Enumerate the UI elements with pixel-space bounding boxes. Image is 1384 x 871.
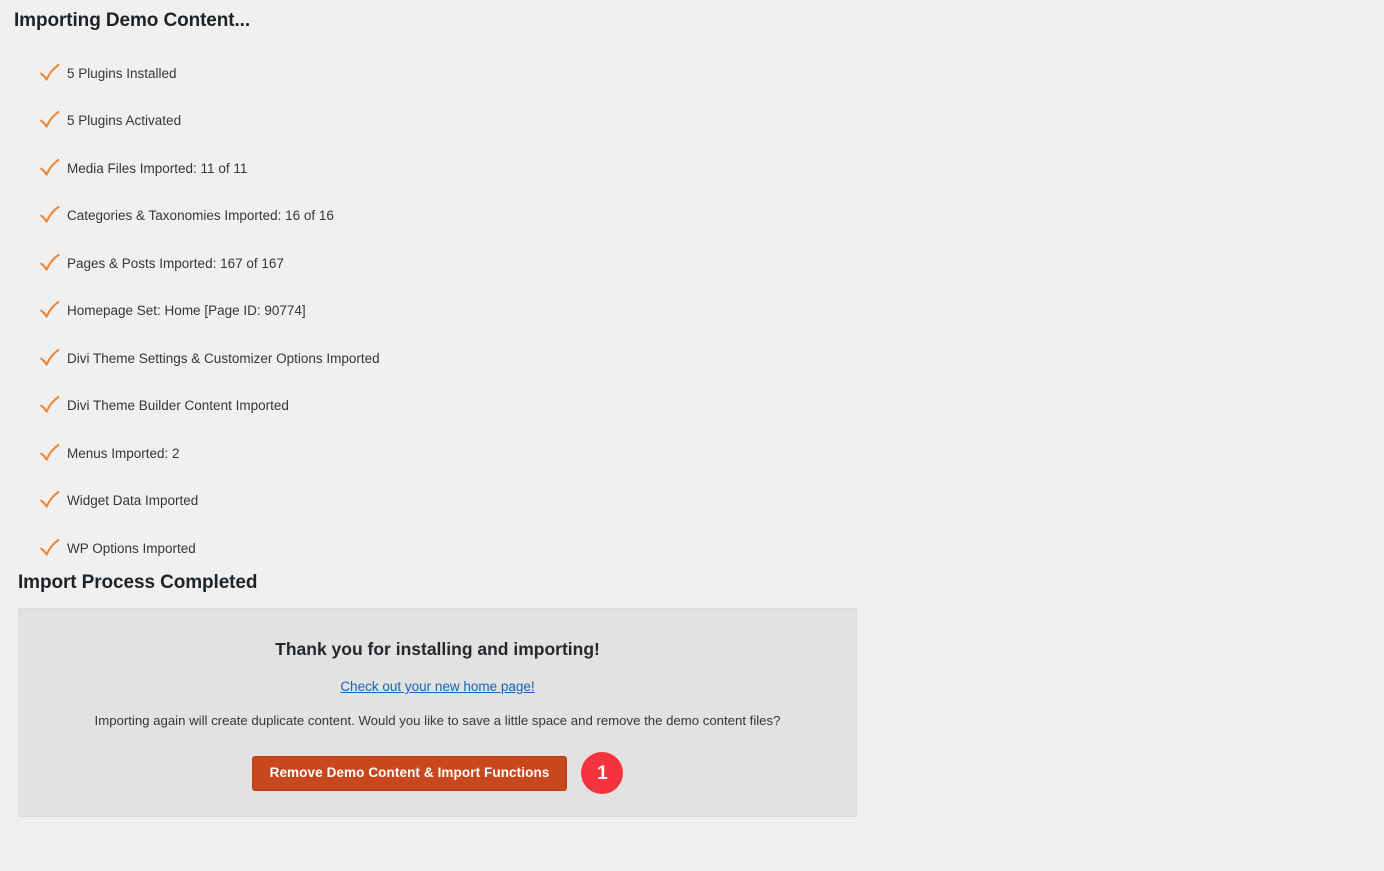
orange-check-icon bbox=[38, 442, 62, 466]
import-progress-item: Widget Data Imported bbox=[0, 478, 860, 526]
import-progress-item: Homepage Set: Home [Page ID: 90774] bbox=[0, 288, 860, 336]
import-progress-item-label: WP Options Imported bbox=[67, 540, 196, 556]
import-progress-item: Media Files Imported: 11 of 11 bbox=[0, 145, 860, 193]
page-title: Importing Demo Content... bbox=[14, 10, 251, 31]
orange-check-icon bbox=[38, 157, 62, 181]
import-progress-item: Divi Theme Builder Content Imported bbox=[0, 383, 860, 431]
import-completed-title: Import Process Completed bbox=[18, 572, 258, 593]
import-progress-item-label: Menus Imported: 2 bbox=[67, 445, 180, 461]
orange-check-icon bbox=[38, 537, 62, 561]
orange-check-icon bbox=[38, 109, 62, 133]
import-progress-item-label: Media Files Imported: 11 of 11 bbox=[67, 160, 248, 176]
home-page-link-row: Check out your new home page! bbox=[19, 678, 856, 696]
orange-check-icon bbox=[38, 394, 62, 418]
orange-check-icon bbox=[38, 62, 62, 86]
import-progress-item: Divi Theme Settings & Customizer Options… bbox=[0, 335, 860, 383]
import-progress-item-label: Divi Theme Settings & Customizer Options… bbox=[67, 350, 380, 366]
import-progress-item-label: Divi Theme Builder Content Imported bbox=[67, 398, 289, 414]
check-out-home-page-link[interactable]: Check out your new home page! bbox=[340, 679, 534, 694]
duplicate-content-note: Importing again will create duplicate co… bbox=[94, 713, 781, 728]
import-progress-item-label: Widget Data Imported bbox=[67, 493, 199, 509]
orange-check-icon bbox=[38, 489, 62, 513]
import-progress-item: Categories & Taxonomies Imported: 16 of … bbox=[0, 193, 860, 241]
import-progress-list: 5 Plugins Installed 5 Plugins Activated Me… bbox=[0, 50, 860, 573]
import-progress-item: 5 Plugins Activated bbox=[0, 98, 860, 146]
import-progress-item-label: Categories & Taxonomies Imported: 16 of … bbox=[67, 208, 334, 224]
import-progress-item: Pages & Posts Imported: 167 of 167 bbox=[0, 240, 860, 288]
thank-you-heading: Thank you for installing and importing! bbox=[275, 639, 600, 659]
import-progress-item-label: Pages & Posts Imported: 167 of 167 bbox=[67, 255, 284, 271]
completion-action-row: Remove Demo Content & Import Functions 1 bbox=[19, 752, 856, 794]
step-badge-1: 1 bbox=[581, 752, 624, 794]
import-demo-content-page: Importing Demo Content... 5 Plugins Inst… bbox=[0, 0, 1384, 871]
orange-check-icon bbox=[38, 299, 62, 323]
import-progress-item-label: 5 Plugins Activated bbox=[67, 113, 182, 129]
import-progress-item: WP Options Imported bbox=[0, 525, 860, 573]
orange-check-icon bbox=[38, 347, 62, 371]
orange-check-icon bbox=[38, 252, 62, 276]
import-progress-item-label: 5 Plugins Installed bbox=[67, 65, 177, 81]
import-progress-item-label: Homepage Set: Home [Page ID: 90774] bbox=[67, 303, 306, 319]
import-progress-item: 5 Plugins Installed bbox=[0, 50, 860, 98]
orange-check-icon bbox=[38, 204, 62, 228]
import-progress-item: Menus Imported: 2 bbox=[0, 430, 860, 478]
remove-demo-content-button[interactable]: Remove Demo Content & Import Functions bbox=[251, 755, 568, 791]
completion-panel: Thank you for installing and importing! … bbox=[18, 608, 857, 817]
